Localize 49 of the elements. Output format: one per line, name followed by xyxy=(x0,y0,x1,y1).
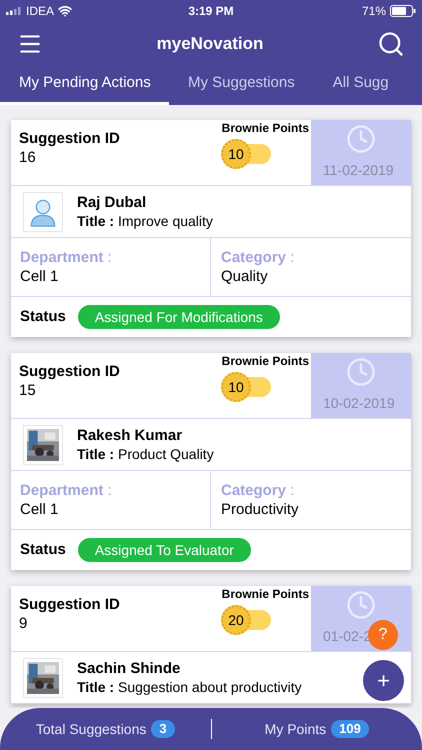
suggestion-title: Title : Improve quality xyxy=(77,212,213,230)
points-label: Brownie Points xyxy=(222,354,309,368)
points-total-label: My Points xyxy=(264,720,326,739)
total-label: Total Suggestions xyxy=(36,720,146,739)
date-text: 11-02-2019 xyxy=(322,161,394,180)
id-label: Suggestion ID xyxy=(19,596,121,614)
carrier-text: IDEA xyxy=(26,3,54,20)
person-name: Raj Dubal xyxy=(77,192,148,212)
id-value: 15 xyxy=(19,381,37,401)
suggestion-card[interactable]: Suggestion ID 15 Brownie Points 10 10-02-2019 Rakesh Kumar Title : Product Quality Department : Cell 1 Category : Productivity Status Assigned To Evaluator xyxy=(11,353,411,570)
suggestion-card[interactable]: Suggestion ID 16 Brownie Points 10 11-02-2019 Raj Dubal Title : Improve quality Department : Cell 1 Category : Quality Status Assigned For Modifications xyxy=(11,120,411,337)
status-pill: Assigned For Modifications xyxy=(78,305,280,329)
points-label: Brownie Points xyxy=(222,587,309,601)
id-value: 16 xyxy=(19,148,37,168)
suggestion-title: Title : Suggestion about productivity xyxy=(77,678,302,696)
department-label: Department : xyxy=(20,481,113,500)
status-label: Status xyxy=(20,306,66,327)
status-label: Status xyxy=(20,540,66,560)
wifi-icon xyxy=(58,4,72,18)
clock-icon xyxy=(346,357,376,387)
tab[interactable]: All Sugg xyxy=(314,65,408,105)
department-value: Cell 1 xyxy=(20,500,60,520)
search-icon[interactable] xyxy=(377,30,405,58)
status-pill: Assigned To Evaluator xyxy=(78,538,251,562)
department-label: Department : xyxy=(20,248,113,267)
app-title: myeNovation xyxy=(156,32,264,55)
category-value: Quality xyxy=(221,267,269,287)
clock-icon xyxy=(346,124,376,154)
battery-text: 71% xyxy=(362,3,386,20)
id-label: Suggestion ID xyxy=(19,130,121,148)
person-name: Sachin Shinde xyxy=(77,658,182,678)
tab[interactable]: My Pending Actions xyxy=(0,65,169,105)
category-label: Category : xyxy=(221,248,296,267)
points-count-badge: 109 xyxy=(331,720,369,738)
id-value: 9 xyxy=(19,614,28,634)
date-text: 10-02-2019 xyxy=(322,394,395,413)
tab[interactable]: My Suggestions xyxy=(169,65,314,105)
signal-icon xyxy=(6,7,22,15)
suggestion-title: Title : Product Quality xyxy=(77,444,214,464)
category-value: Productivity xyxy=(221,500,300,520)
person-name: Rakesh Kumar xyxy=(77,426,184,444)
id-label: Suggestion ID xyxy=(19,363,121,381)
department-value: Cell 1 xyxy=(20,267,60,287)
clock-icon xyxy=(346,590,376,620)
count-badge: 3 xyxy=(151,720,175,738)
points-label: Brownie Points xyxy=(222,121,309,135)
category-label: Category : xyxy=(221,481,296,500)
clock-text: 3:19 PM xyxy=(188,3,234,20)
battery-icon xyxy=(390,5,416,17)
